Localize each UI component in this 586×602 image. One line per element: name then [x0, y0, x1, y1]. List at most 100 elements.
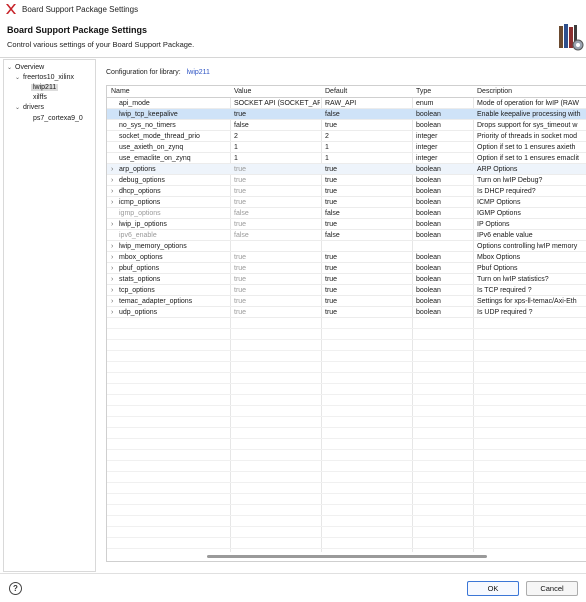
cell-value[interactable]: true [234, 164, 320, 175]
empty-table-row [107, 472, 586, 483]
table-row[interactable]: › udp_options true true boolean Is UDP requir… [107, 307, 586, 318]
cell-value[interactable]: false [234, 230, 320, 241]
cell-type: boolean [416, 309, 441, 316]
expand-chevron-icon[interactable]: › [111, 164, 113, 175]
empty-table-row [107, 461, 586, 472]
cell-default: 1 [325, 144, 329, 151]
table-row[interactable]: › icmp_options true true boolean ICMP Options [107, 197, 586, 208]
cell-value[interactable]: 1 [234, 153, 320, 164]
table-row[interactable]: › stats_options true true boolean Turn on lwI… [107, 274, 586, 285]
cell-description: Mode of operation for lwIP (RAW [477, 100, 579, 107]
expand-chevron-icon[interactable]: › [111, 219, 113, 230]
cell-value[interactable]: true [234, 263, 320, 274]
cell-value[interactable]: true [234, 197, 320, 208]
cell-value[interactable]: true [234, 274, 320, 285]
table-row[interactable]: › arp_options true true boolean ARP Options [107, 164, 586, 175]
cell-type: boolean [416, 232, 441, 239]
expand-chevron-icon[interactable]: › [111, 197, 113, 208]
help-button[interactable]: ? [9, 582, 22, 595]
table-header: Name Value Default Type Description [107, 86, 586, 98]
config-library-label: Configuration for library: lwip211 [106, 69, 210, 76]
empty-table-row [107, 373, 586, 384]
table-row[interactable]: › lwip_ip_options true true boolean IP Option… [107, 219, 586, 230]
expand-chevron-icon[interactable]: › [111, 274, 113, 285]
expand-chevron-icon[interactable]: › [111, 186, 113, 197]
tree-item-overview[interactable]: ⌄ Overview [7, 63, 44, 73]
cell-value[interactable]: true [234, 296, 320, 307]
table-row[interactable]: use_axieth_on_zynq 1 1 integer Option if set… [107, 142, 586, 153]
cell-value[interactable]: true [234, 252, 320, 263]
table-row[interactable]: igmp_options false false boolean IGMP Option… [107, 208, 586, 219]
chevron-down-icon[interactable]: ⌄ [15, 103, 23, 113]
expand-chevron-icon[interactable]: › [111, 296, 113, 307]
expand-chevron-icon[interactable]: › [111, 307, 113, 318]
cell-type: boolean [416, 221, 441, 228]
cell-description: Priority of threads in socket mod [477, 133, 577, 140]
empty-table-row [107, 527, 586, 538]
cell-description: Drops support for sys_timeout w [477, 122, 578, 129]
cell-description: Option if set to 1 ensures axieth [477, 144, 576, 151]
table-row[interactable]: › pbuf_options true true boolean Pbuf Options [107, 263, 586, 274]
cell-value[interactable]: true [234, 219, 320, 230]
cell-default: false [325, 111, 340, 118]
cell-value[interactable]: true [234, 307, 320, 318]
table-row[interactable]: use_emaclite_on_zynq 1 1 integer Option if s… [107, 153, 586, 164]
table-row[interactable]: › debug_options true true boolean Turn on lwI… [107, 175, 586, 186]
expand-chevron-icon[interactable]: › [111, 285, 113, 296]
table-row[interactable]: › lwip_memory_options Options controlling … [107, 241, 586, 252]
cell-value[interactable]: false [234, 120, 320, 131]
cell-value[interactable]: true [234, 109, 320, 120]
table-row[interactable]: no_sys_no_timers false true boolean Drops su… [107, 120, 586, 131]
table-row[interactable]: › dhcp_options true true boolean Is DHCP requ… [107, 186, 586, 197]
tree-item-xilffs[interactable]: xilffs [33, 93, 47, 103]
cell-value[interactable]: SOCKET API (SOCKET_API) [234, 98, 320, 109]
expand-chevron-icon[interactable]: › [111, 241, 113, 252]
empty-table-row [107, 351, 586, 362]
cell-value[interactable]: true [234, 186, 320, 197]
chevron-down-icon[interactable]: ⌄ [7, 63, 15, 73]
column-header-default[interactable]: Default [321, 86, 347, 98]
column-header-name[interactable]: Name [107, 86, 130, 98]
settings-table[interactable]: Name Value Default Type Description api_… [106, 85, 586, 562]
cell-description: Is TCP required ? [477, 287, 532, 294]
expand-chevron-icon[interactable]: › [111, 263, 113, 274]
expand-chevron-icon[interactable]: › [111, 252, 113, 263]
table-row[interactable]: › temac_adapter_options true true boolean Set… [107, 296, 586, 307]
scrollbar-thumb[interactable] [207, 555, 487, 558]
table-row[interactable]: api_mode SOCKET API (SOCKET_API) RAW_API en… [107, 98, 586, 109]
table-row[interactable]: lwip_tcp_keepalive true false boolean Enable… [107, 109, 586, 120]
cell-name: no_sys_no_timers [119, 122, 176, 129]
cell-value[interactable]: 2 [234, 131, 320, 142]
cell-value[interactable]: true [234, 175, 320, 186]
table-row[interactable]: ipv6_enable false false boolean IPv6 enable … [107, 230, 586, 241]
cell-description: IGMP Options [477, 210, 521, 217]
cell-name: temac_adapter_options [119, 298, 193, 305]
cell-description: Enable keepalive processing with [477, 111, 581, 118]
tree-item-lwip211[interactable]: lwip211 [31, 83, 59, 93]
column-header-description[interactable]: Description [473, 86, 512, 98]
table-row[interactable]: socket_mode_thread_prio 2 2 integer Priority… [107, 131, 586, 142]
cell-value[interactable]: 1 [234, 142, 320, 153]
navigation-tree[interactable]: ⌄ Overview ⌄ freertos10_xilinx lwip211 xil… [3, 59, 96, 572]
cell-description: IPv6 enable value [477, 232, 533, 239]
empty-table-row [107, 483, 586, 494]
expand-chevron-icon[interactable]: › [111, 175, 113, 186]
table-row[interactable]: › mbox_options true true boolean Mbox Options [107, 252, 586, 263]
cell-value[interactable]: false [234, 208, 320, 219]
empty-table-row [107, 329, 586, 340]
tree-item-freertos[interactable]: ⌄ freertos10_xilinx [15, 73, 74, 83]
tree-item-drivers[interactable]: ⌄ drivers [15, 103, 44, 113]
table-row[interactable]: › tcp_options true true boolean Is TCP requir… [107, 285, 586, 296]
chevron-down-icon[interactable]: ⌄ [15, 73, 23, 83]
ok-button[interactable]: OK [467, 581, 519, 596]
horizontal-scrollbar[interactable] [107, 552, 586, 561]
column-header-type[interactable]: Type [412, 86, 431, 98]
cell-value[interactable]: true [234, 285, 320, 296]
tree-item-ps7-cortexa9[interactable]: ps7_cortexa9_0 [33, 114, 83, 124]
cell-type: enum [416, 100, 434, 107]
cell-name: icmp_options [119, 199, 161, 206]
cell-value[interactable] [234, 241, 320, 252]
column-header-value[interactable]: Value [230, 86, 251, 98]
cancel-button[interactable]: Cancel [526, 581, 578, 596]
cell-name: ipv6_enable [119, 232, 157, 239]
